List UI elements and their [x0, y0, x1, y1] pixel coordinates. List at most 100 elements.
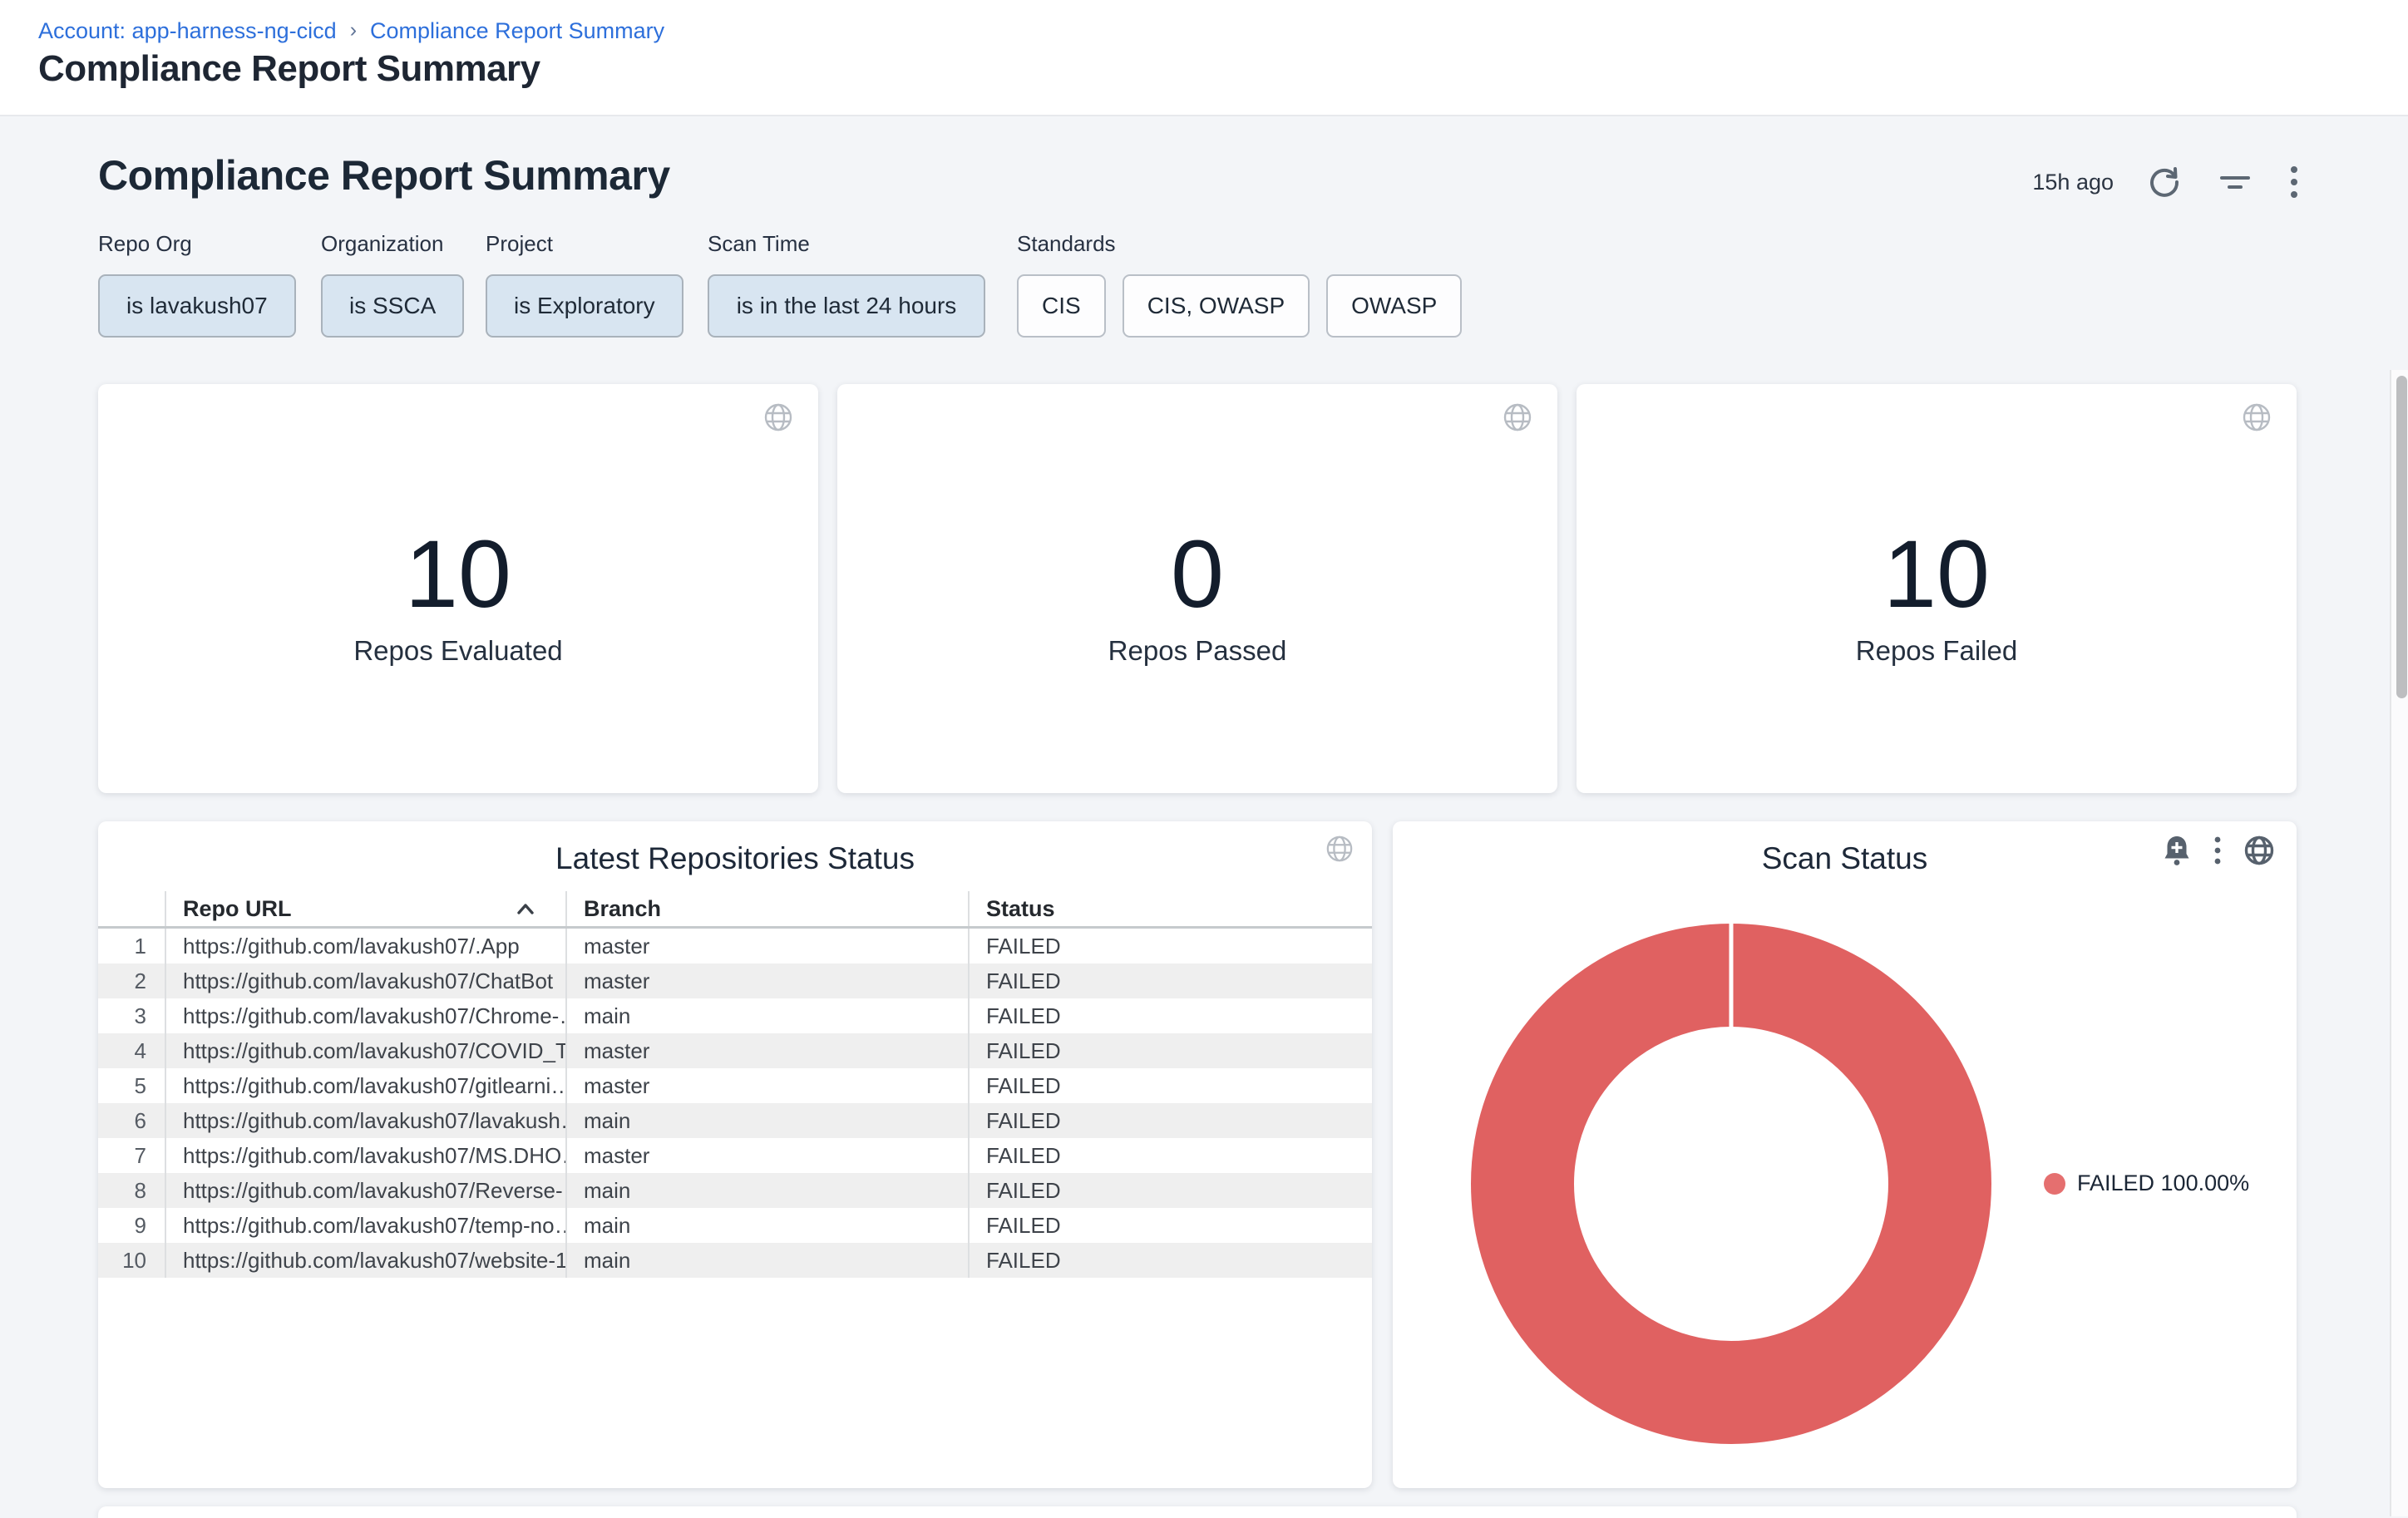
column-header-repo-url[interactable]: Repo URL	[165, 891, 565, 926]
refresh-icon[interactable]	[2147, 165, 2182, 200]
filter-chips: is Exploratory	[486, 274, 683, 338]
filter-chips: is lavakush07	[98, 274, 296, 338]
chip-standard-owasp[interactable]: OWASP	[1326, 274, 1462, 338]
status-cell: FAILED	[968, 1103, 1372, 1138]
filter-chips: CIS CIS, OWASP OWASP	[1017, 274, 1462, 338]
breadcrumb: Account: app-harness-ng-cicd › Complianc…	[38, 18, 664, 44]
status-cell: FAILED	[968, 998, 1372, 1033]
status-cell: FAILED	[968, 1068, 1372, 1103]
table-row: 6 https://github.com/lavakush07/lavakush…	[98, 1103, 1372, 1138]
table-row: 8 https://github.com/lavakush07/Reverse-…	[98, 1173, 1372, 1208]
scan-status-donut-chart[interactable]	[1471, 924, 1991, 1444]
branch-cell: main	[565, 1243, 968, 1278]
chart-legend[interactable]: FAILED 100.00%	[2044, 1171, 2249, 1196]
table-row: 10 https://github.com/lavakush07/website…	[98, 1243, 1372, 1278]
table-row: 7 https://github.com/lavakush07/MS.DHO… …	[98, 1138, 1372, 1173]
last-refreshed-label: 15h ago	[2032, 170, 2114, 195]
branch-cell: master	[565, 929, 968, 964]
filter-label-repo-org: Repo Org	[98, 231, 192, 257]
chip-project[interactable]: is Exploratory	[486, 274, 683, 338]
filter-label-organization: Organization	[321, 231, 443, 257]
top-header-bar: Account: app-harness-ng-cicd › Complianc…	[0, 0, 2408, 116]
column-header-branch[interactable]: Branch	[565, 891, 968, 926]
alert-bell-icon[interactable]	[2162, 835, 2192, 866]
kebab-menu-icon[interactable]	[2288, 163, 2300, 201]
dashboard-toolbar: 15h ago	[2032, 163, 2300, 201]
table-row: 2 https://github.com/lavakush07/ChatBot …	[98, 964, 1372, 998]
row-number: 6	[98, 1103, 165, 1138]
status-cell: FAILED	[968, 1173, 1372, 1208]
repo-url-cell: https://github.com/lavakush07/ChatBot	[165, 964, 565, 998]
stat-value: 10	[98, 517, 818, 632]
status-cell: FAILED	[968, 1138, 1372, 1173]
repo-url-cell: https://github.com/lavakush07/Chrome-…	[165, 998, 565, 1033]
column-header-status[interactable]: Status	[968, 891, 1372, 926]
branch-cell: master	[565, 1138, 968, 1173]
globe-icon[interactable]	[763, 402, 793, 432]
row-number: 10	[98, 1243, 165, 1278]
repo-url-cell: https://github.com/lavakush07/website-1	[165, 1243, 565, 1278]
chip-standard-cis[interactable]: CIS	[1017, 274, 1106, 338]
scan-card-toolbar	[2162, 835, 2275, 866]
branch-cell: master	[565, 1068, 968, 1103]
status-cell: FAILED	[968, 1033, 1372, 1068]
filter-label-standards: Standards	[1017, 231, 1116, 257]
row-number: 3	[98, 998, 165, 1033]
branch-cell: main	[565, 1103, 968, 1138]
chip-scan-time[interactable]: is in the last 24 hours	[708, 274, 985, 338]
row-number: 9	[98, 1208, 165, 1243]
legend-dot-failed	[2044, 1173, 2065, 1195]
branch-cell: main	[565, 1173, 968, 1208]
table-row: 4 https://github.com/lavakush07/COVID_T……	[98, 1033, 1372, 1068]
stat-label: Repos Failed	[1577, 635, 2297, 667]
repo-table: Repo URL Branch Status 1 https://github.…	[98, 891, 1372, 1278]
row-number: 4	[98, 1033, 165, 1068]
row-number: 7	[98, 1138, 165, 1173]
screen: Account: app-harness-ng-cicd › Complianc…	[0, 0, 2408, 1516]
table-row: 1 https://github.com/lavakush07/.App mas…	[98, 929, 1372, 964]
filter-label-project: Project	[486, 231, 553, 257]
branch-cell: master	[565, 964, 968, 998]
table-row: 3 https://github.com/lavakush07/Chrome-……	[98, 998, 1372, 1033]
breadcrumb-current-link[interactable]: Compliance Report Summary	[370, 18, 664, 44]
filter-chips: is SSCA	[321, 274, 464, 338]
repo-url-cell: https://github.com/lavakush07/gitlearni…	[165, 1068, 565, 1103]
stat-card-repos-evaluated: 10 Repos Evaluated	[98, 384, 818, 793]
breadcrumb-account-link[interactable]: Account: app-harness-ng-cicd	[38, 18, 337, 44]
breadcrumb-chevron-icon: ›	[350, 18, 357, 42]
repo-url-cell: https://github.com/lavakush07/COVID_T…	[165, 1033, 565, 1068]
stat-label: Repos Passed	[837, 635, 1557, 667]
chip-organization[interactable]: is SSCA	[321, 274, 464, 338]
globe-icon[interactable]	[2242, 402, 2272, 432]
sort-asc-icon	[516, 902, 535, 915]
repo-url-cell: https://github.com/lavakush07/lavakush…	[165, 1103, 565, 1138]
status-cell: FAILED	[968, 929, 1372, 964]
chip-repo-org[interactable]: is lavakush07	[98, 274, 296, 338]
latest-repositories-card: Latest Repositories Status Repo URL Bran…	[98, 821, 1372, 1488]
repo-url-cell: https://github.com/lavakush07/MS.DHO…	[165, 1138, 565, 1173]
filter-icon[interactable]	[2215, 165, 2255, 200]
globe-icon[interactable]	[1325, 835, 1354, 863]
chip-standard-cis-owasp[interactable]: CIS, OWASP	[1123, 274, 1310, 338]
repo-url-cell: https://github.com/lavakush07/temp-no…	[165, 1208, 565, 1243]
table-row: 5 https://github.com/lavakush07/gitlearn…	[98, 1068, 1372, 1103]
dashboard-title: Compliance Report Summary	[98, 151, 670, 200]
branch-cell: master	[565, 1033, 968, 1068]
filter-chips: is in the last 24 hours	[708, 274, 985, 338]
table-title: Latest Repositories Status	[98, 841, 1372, 876]
globe-icon[interactable]	[1503, 402, 1532, 432]
legend-label-failed: FAILED 100.00%	[2077, 1171, 2249, 1196]
scan-status-card: Scan Status	[1393, 821, 2297, 1488]
status-cell: FAILED	[968, 964, 1372, 998]
stat-card-repos-failed: 10 Repos Failed	[1577, 384, 2297, 793]
scrollbar-thumb[interactable]	[2396, 376, 2407, 698]
row-number-header	[98, 891, 165, 926]
kebab-menu-icon[interactable]	[2213, 835, 2222, 866]
row-number: 2	[98, 964, 165, 998]
globe-icon[interactable]	[2243, 835, 2275, 866]
page-title: Compliance Report Summary	[38, 48, 540, 90]
stat-value: 10	[1577, 517, 2297, 632]
stat-card-repos-passed: 0 Repos Passed	[837, 384, 1557, 793]
status-cell: FAILED	[968, 1208, 1372, 1243]
status-cell: FAILED	[968, 1243, 1372, 1278]
